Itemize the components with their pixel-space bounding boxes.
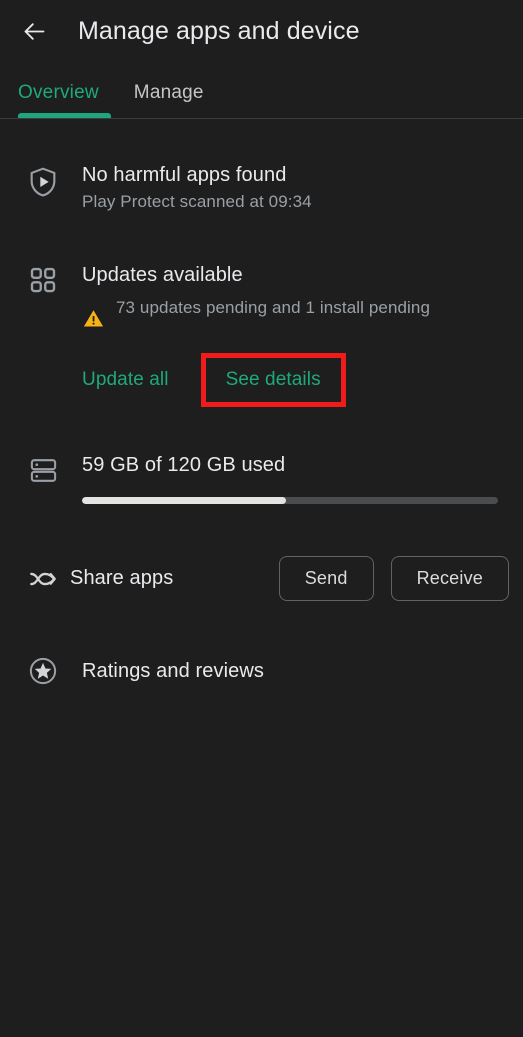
- update-all-label: Update all: [82, 369, 169, 390]
- arrow-left-icon: [21, 18, 48, 45]
- tab-bar: Overview Manage: [0, 62, 523, 118]
- share-apps-row: Share apps Send Receive: [0, 556, 523, 601]
- see-details-highlight-group[interactable]: See details: [200, 353, 346, 407]
- star-circle-icon: [16, 655, 70, 687]
- app-grid-icon: [16, 261, 70, 407]
- storage-progress-bar: [82, 497, 498, 504]
- tab-manage[interactable]: Manage: [134, 82, 204, 118]
- storage-title: 59 GB of 120 GB used: [82, 454, 286, 476]
- updates-row: Updates available 73 updates pending and…: [0, 261, 523, 407]
- play-protect-subtitle: Play Protect scanned at 09:34: [82, 192, 312, 211]
- share-apps-content: Share apps Send Receive: [70, 556, 509, 601]
- warning-triangle-icon: [82, 293, 116, 335]
- play-protect-body: No harmful apps found Play Protect scann…: [70, 161, 509, 215]
- tab-divider: [0, 118, 523, 119]
- nearby-share-icon: [16, 563, 70, 595]
- storage-progress-fill: [82, 497, 286, 504]
- updates-subtitle: 73 updates pending and 1 install pending: [116, 298, 431, 317]
- active-tab-indicator: [18, 113, 111, 118]
- ratings-and-reviews-row[interactable]: Ratings and reviews: [0, 655, 523, 687]
- shield-play-icon: [16, 161, 70, 215]
- app-bar: Manage apps and device: [0, 0, 523, 62]
- page-title: Manage apps and device: [78, 16, 360, 45]
- send-label: Send: [304, 568, 348, 588]
- tab-manage-label: Manage: [133, 82, 204, 103]
- updates-title: Updates available: [82, 264, 243, 286]
- receive-label: Receive: [416, 568, 483, 588]
- storage-drives-icon: [16, 451, 70, 504]
- tab-overview-label: Overview: [18, 82, 99, 103]
- updates-body: Updates available 73 updates pending and…: [70, 261, 509, 407]
- receive-button[interactable]: Receive: [390, 556, 509, 601]
- see-details-label: See details: [225, 369, 321, 390]
- updates-actions: Update all See details: [82, 353, 509, 407]
- play-protect-row[interactable]: No harmful apps found Play Protect scann…: [0, 161, 523, 215]
- share-apps-label: Share apps: [70, 567, 174, 589]
- storage-row[interactable]: 59 GB of 120 GB used: [0, 451, 523, 504]
- storage-body: 59 GB of 120 GB used: [70, 451, 509, 504]
- ratings-and-reviews-label: Ratings and reviews: [82, 659, 264, 682]
- manage-apps-and-device-screen: Manage apps and device Overview Manage N…: [0, 0, 523, 1037]
- see-details-button[interactable]: See details: [226, 369, 321, 391]
- updates-subtitle-group: 73 updates pending and 1 install pending: [82, 293, 509, 335]
- send-button[interactable]: Send: [278, 556, 374, 601]
- share-apps-buttons: Send Receive: [278, 556, 509, 601]
- update-all-button[interactable]: Update all: [82, 363, 169, 397]
- play-protect-title: No harmful apps found: [82, 164, 287, 186]
- back-button[interactable]: [12, 9, 56, 53]
